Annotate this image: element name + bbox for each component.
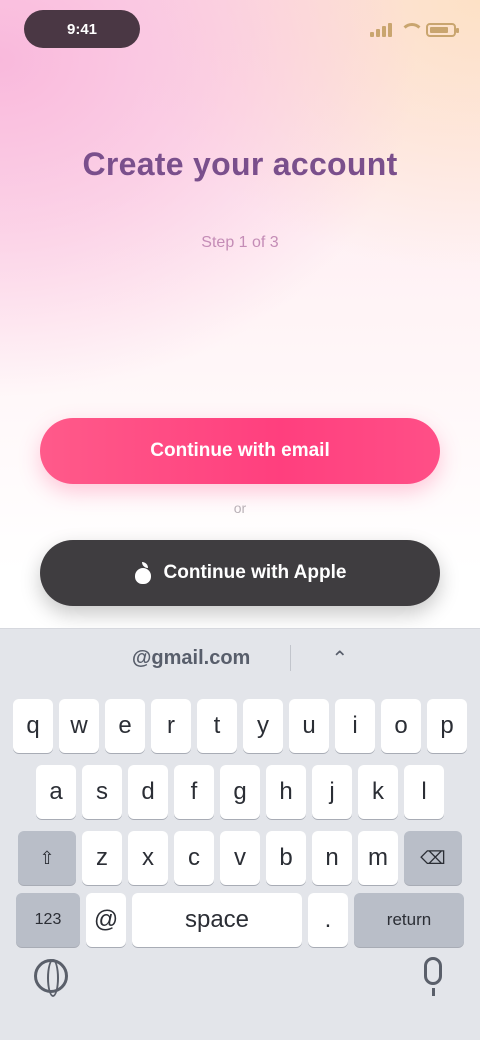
dot-key[interactable]: . bbox=[308, 893, 348, 947]
key[interactable]: m bbox=[358, 831, 398, 885]
continue-email-label: Continue with email bbox=[150, 440, 330, 461]
key[interactable]: i bbox=[335, 699, 375, 753]
page-title: Create your account bbox=[82, 146, 398, 182]
at-key[interactable]: @ bbox=[86, 893, 126, 947]
globe-icon[interactable] bbox=[34, 959, 68, 997]
key[interactable]: k bbox=[358, 765, 398, 819]
shift-key[interactable]: ⇧ bbox=[18, 831, 76, 885]
status-indicators bbox=[356, 18, 459, 42]
key[interactable]: j bbox=[312, 765, 352, 819]
key[interactable]: t bbox=[197, 699, 237, 753]
key[interactable]: c bbox=[174, 831, 214, 885]
keyboard-suggestion-bar: @gmail.com ⌃ bbox=[0, 629, 480, 687]
key[interactable]: r bbox=[151, 699, 191, 753]
keyboard-row-2: a s d f g h j k l bbox=[0, 765, 480, 819]
return-key[interactable]: return bbox=[354, 893, 464, 947]
key[interactable]: a bbox=[36, 765, 76, 819]
key[interactable]: q bbox=[13, 699, 53, 753]
key[interactable]: v bbox=[220, 831, 260, 885]
key[interactable]: z bbox=[82, 831, 122, 885]
apple-icon bbox=[134, 562, 152, 584]
keyboard-bottom-bar bbox=[0, 945, 480, 1005]
key[interactable]: s bbox=[82, 765, 122, 819]
microphone-icon[interactable] bbox=[424, 957, 442, 996]
key[interactable]: b bbox=[266, 831, 306, 885]
keyboard-row-1: q w e r t y u i o p bbox=[0, 699, 480, 753]
battery-icon bbox=[426, 23, 459, 37]
key[interactable]: w bbox=[59, 699, 99, 753]
signal-icon bbox=[370, 23, 392, 37]
suggestion-arrow-icon[interactable]: ⌃ bbox=[331, 646, 348, 671]
status-time: 9:41 bbox=[66, 20, 98, 38]
numbers-key[interactable]: 123 bbox=[16, 893, 80, 947]
key[interactable]: u bbox=[289, 699, 329, 753]
suggestion-separator bbox=[290, 645, 292, 671]
key[interactable]: l bbox=[404, 765, 444, 819]
key[interactable]: x bbox=[128, 831, 168, 885]
backspace-key[interactable]: ⌫ bbox=[404, 831, 462, 885]
wifi-icon bbox=[400, 23, 424, 37]
keyboard-row-4: 123 @ space . return bbox=[0, 893, 480, 947]
key[interactable]: y bbox=[243, 699, 283, 753]
key[interactable]: o bbox=[381, 699, 421, 753]
or-divider: or bbox=[233, 500, 247, 516]
key[interactable]: f bbox=[174, 765, 214, 819]
continue-apple-button[interactable]: Continue with Apple bbox=[40, 540, 440, 606]
key[interactable]: n bbox=[312, 831, 352, 885]
continue-apple-label: Continue with Apple bbox=[163, 562, 347, 583]
key[interactable]: p bbox=[427, 699, 467, 753]
page-subtitle: Step 1 of 3 bbox=[201, 234, 279, 251]
space-key[interactable]: space bbox=[132, 893, 302, 947]
continue-email-button[interactable]: Continue with email bbox=[40, 418, 440, 484]
key[interactable]: g bbox=[220, 765, 260, 819]
status-time-pill: 9:41 bbox=[24, 10, 140, 48]
key[interactable]: h bbox=[266, 765, 306, 819]
key[interactable]: e bbox=[105, 699, 145, 753]
key[interactable]: d bbox=[128, 765, 168, 819]
keyboard-row-3: ⇧ z x c v b n m ⌫ bbox=[0, 831, 480, 885]
on-screen-keyboard: @gmail.com ⌃ q w e r t y u i o p a s d f… bbox=[0, 628, 480, 1040]
suggestion-word[interactable]: @gmail.com bbox=[132, 647, 250, 670]
signup-screen: 9:41 Create your account Step 1 of 3 Con… bbox=[0, 0, 480, 1040]
